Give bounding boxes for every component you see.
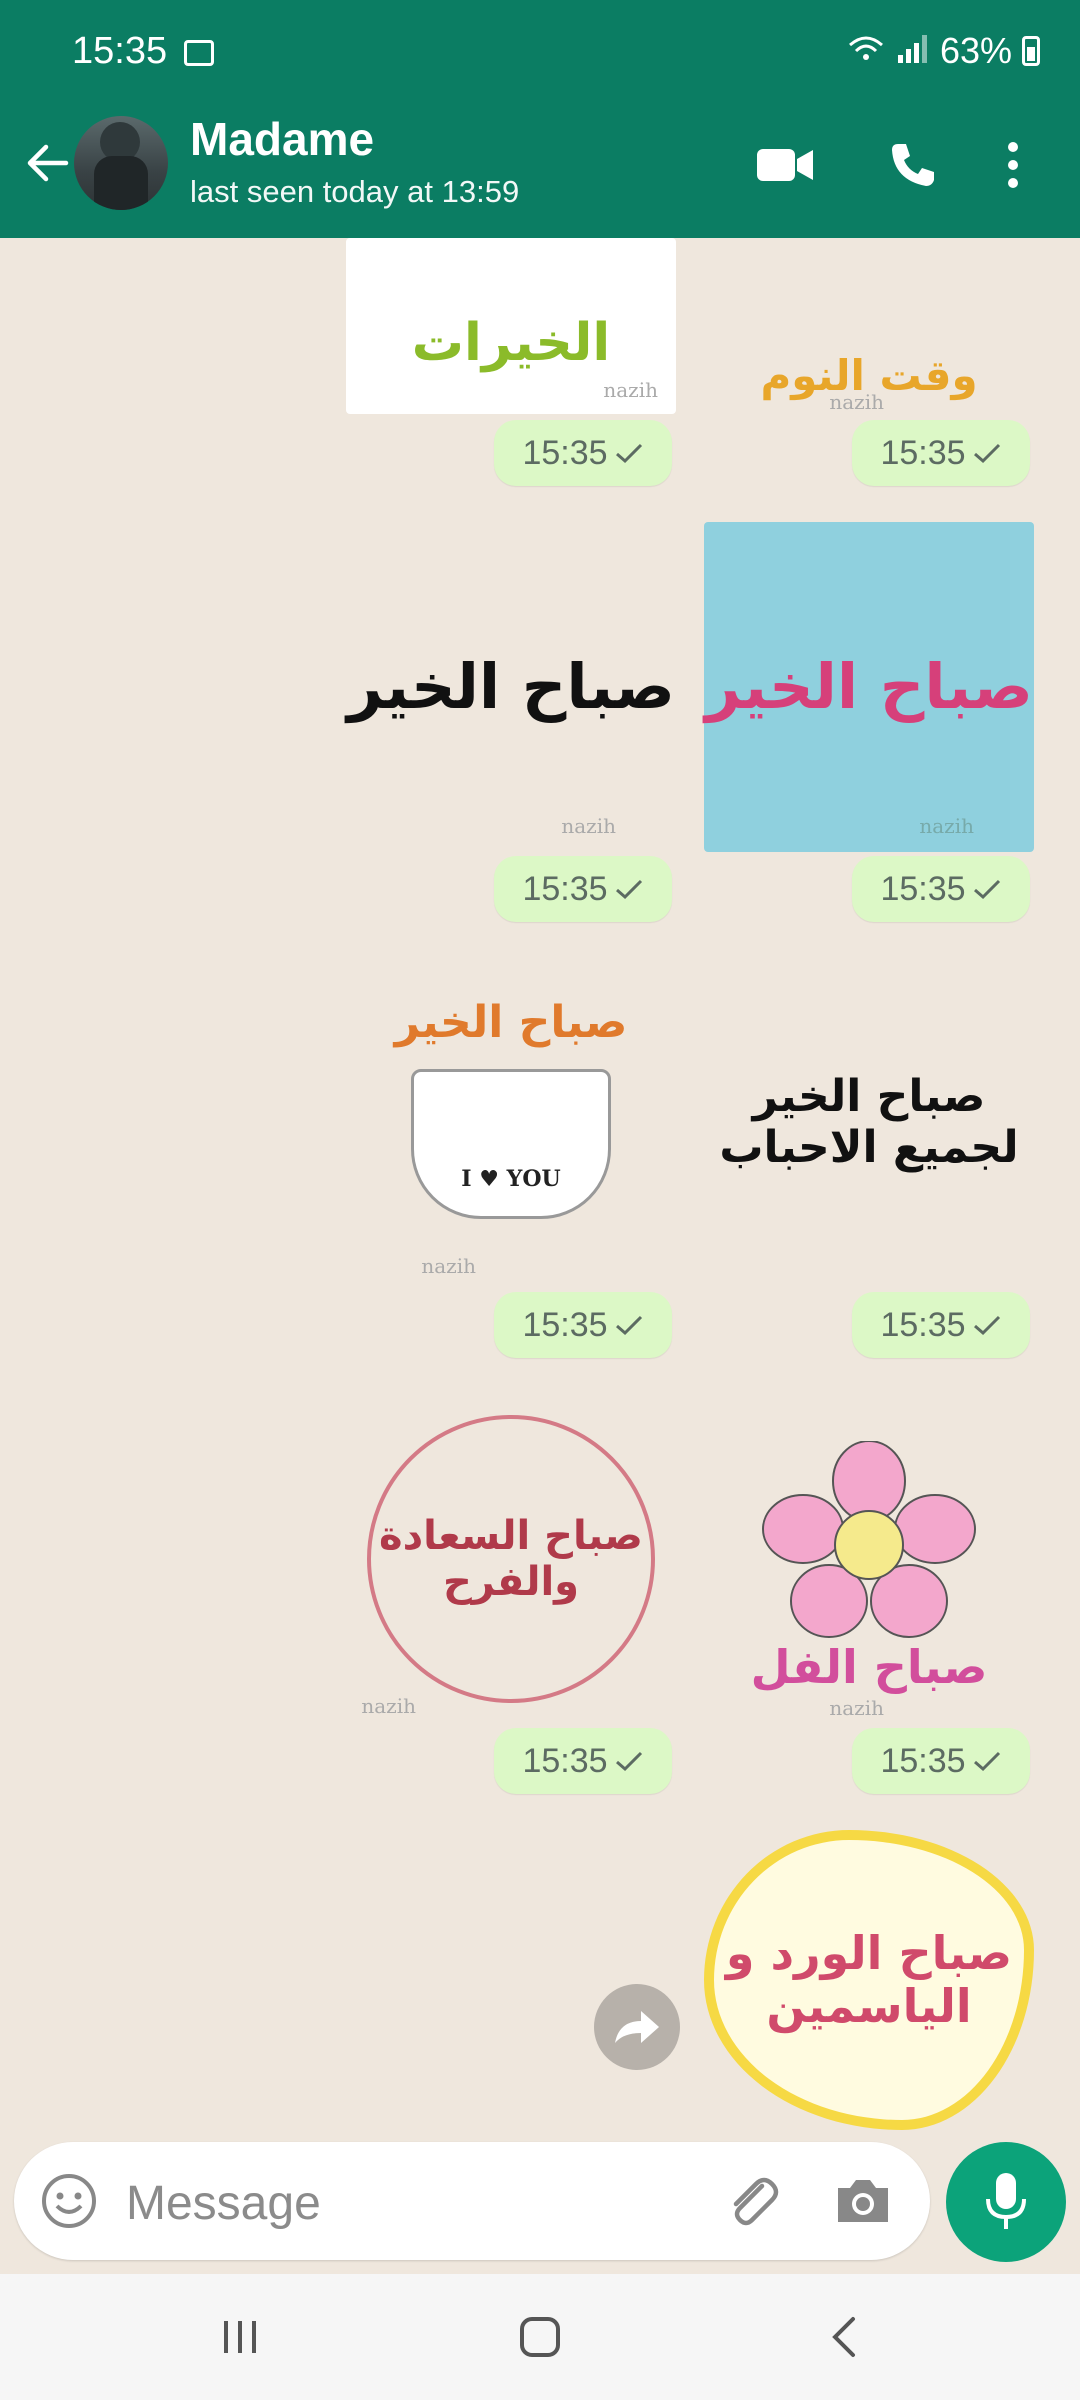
camera-button[interactable]	[834, 2174, 892, 2231]
chat-messages[interactable]: الخيرات nazih وقت النوم nazih 15:35 15:3…	[0, 238, 1080, 2138]
sticker-watermark: nazih	[561, 814, 616, 838]
time-label: 15:35	[880, 869, 966, 908]
message-timestamp: 15:35	[852, 1728, 1030, 1794]
video-camera-icon	[757, 149, 813, 181]
wifi-icon	[846, 30, 886, 72]
time-label: 15:35	[522, 869, 608, 908]
time-label: 15:35	[880, 1741, 966, 1780]
time-label: 15:35	[880, 433, 966, 472]
paperclip-icon	[733, 2177, 779, 2226]
message-input[interactable]: Message	[126, 2176, 321, 2231]
sticker-watermark: nazih	[829, 1696, 884, 1720]
battery-icon	[1022, 36, 1040, 66]
sticker-text: صباح الخير	[394, 997, 628, 1048]
more-vertical-icon	[1008, 142, 1018, 188]
sticker-watermark: nazih	[603, 378, 658, 402]
status-indicators: 63%	[846, 30, 1040, 72]
sticker-message[interactable]: صباح الخير لجميع الاحباب	[704, 958, 1034, 1288]
sticker-watermark: nazih	[361, 1694, 416, 1718]
message-timestamp: 15:35	[852, 856, 1030, 922]
message-timestamp: 15:35	[494, 1292, 672, 1358]
system-nav-bar	[0, 2274, 1080, 2400]
message-timestamp: 15:35	[852, 420, 1030, 486]
attach-button[interactable]	[722, 2172, 782, 2237]
signal-icon	[896, 30, 930, 72]
battery-percent: 63%	[939, 30, 1012, 71]
pink-flower-illustration	[762, 1441, 976, 1639]
sticker-message[interactable]: صباح الورد و الياسمين	[704, 1830, 1034, 2130]
message-timestamp: 15:35	[494, 856, 672, 922]
sticker-message[interactable]: صباح الخير nazih	[704, 522, 1034, 852]
time-label: 15:35	[522, 1305, 608, 1344]
coffee-cup-illustration: I ♥ YOU	[411, 1068, 611, 1219]
message-timestamp: 15:35	[852, 1292, 1030, 1358]
sent-check-icon	[615, 443, 642, 464]
chat-header: 15:35 63% Madame last seen today at 13:5…	[0, 0, 1080, 238]
time-label: 15:35	[522, 1741, 608, 1780]
message-timestamp: 15:35	[494, 1728, 672, 1794]
sent-check-icon	[615, 1315, 642, 1336]
sticker-text: صباح الخير	[705, 650, 1033, 724]
sticker-text: صباح الخير لجميع الاحباب	[719, 1071, 1019, 1173]
sticker-text: صباح السعادة والفرح	[379, 1513, 643, 1605]
recents-button[interactable]	[200, 2302, 280, 2372]
arrow-left-icon	[27, 144, 69, 182]
forward-arrow-icon	[615, 2011, 659, 2043]
i-love-you-text: I ♥ YOU	[461, 1165, 561, 1192]
recents-icon	[224, 2321, 256, 2353]
phone-icon	[892, 144, 934, 186]
sticker-text: الخيرات	[411, 313, 611, 374]
voice-call-button[interactable]	[878, 130, 948, 200]
more-options-button[interactable]	[988, 130, 1038, 200]
sent-check-icon	[973, 443, 1000, 464]
emoji-button[interactable]	[40, 2172, 98, 2235]
sticker-message[interactable]: وقت النوم nazih	[704, 238, 1034, 414]
ring-illustration: صباح السعادة والفرح	[367, 1415, 655, 1703]
contact-name[interactable]: Madame	[190, 112, 374, 166]
message-timestamp: 15:35	[494, 420, 672, 486]
camera-icon	[838, 2180, 888, 2222]
back-nav-button[interactable]	[804, 2302, 884, 2372]
chevron-left-icon	[832, 2317, 855, 2357]
sticker-watermark: nazih	[421, 1254, 476, 1278]
smiley-icon	[42, 2174, 96, 2228]
sticker-text: صباح الورد و الياسمين	[725, 1926, 1013, 2033]
status-time: 15:35	[72, 30, 168, 72]
sent-check-icon	[973, 879, 1000, 900]
sticker-watermark: nazih	[829, 390, 884, 414]
back-button[interactable]	[20, 135, 76, 191]
sticker-watermark: nazih	[919, 814, 974, 838]
sticker-message[interactable]: صباح الفل nazih	[704, 1394, 1034, 1724]
sent-check-icon	[973, 1315, 1000, 1336]
message-composer: Message	[14, 2142, 930, 2260]
avatar[interactable]	[74, 116, 168, 210]
sticker-message[interactable]: صباح الخير nazih	[346, 522, 676, 852]
voice-record-button[interactable]	[946, 2142, 1066, 2262]
sticker-message[interactable]: صباح الخير I ♥ YOU nazih	[346, 958, 676, 1288]
video-call-button[interactable]	[750, 130, 820, 200]
last-seen-status[interactable]: last seen today at 13:59	[190, 174, 519, 210]
home-icon	[520, 2317, 560, 2357]
time-label: 15:35	[880, 1305, 966, 1344]
time-label: 15:35	[522, 433, 608, 472]
forward-button[interactable]	[594, 1984, 680, 2070]
sticker-message[interactable]: الخيرات nazih	[346, 238, 676, 414]
sticker-message[interactable]: صباح السعادة والفرح nazih	[346, 1394, 676, 1724]
sent-check-icon	[615, 879, 642, 900]
sticker-text: صباح الفل	[750, 1640, 988, 1695]
home-button[interactable]	[500, 2302, 580, 2372]
sent-check-icon	[615, 1751, 642, 1772]
sticker-text: صباح الخير	[347, 650, 675, 724]
gallery-notification-icon	[184, 40, 214, 66]
microphone-icon	[986, 2173, 1026, 2229]
sent-check-icon	[973, 1751, 1000, 1772]
